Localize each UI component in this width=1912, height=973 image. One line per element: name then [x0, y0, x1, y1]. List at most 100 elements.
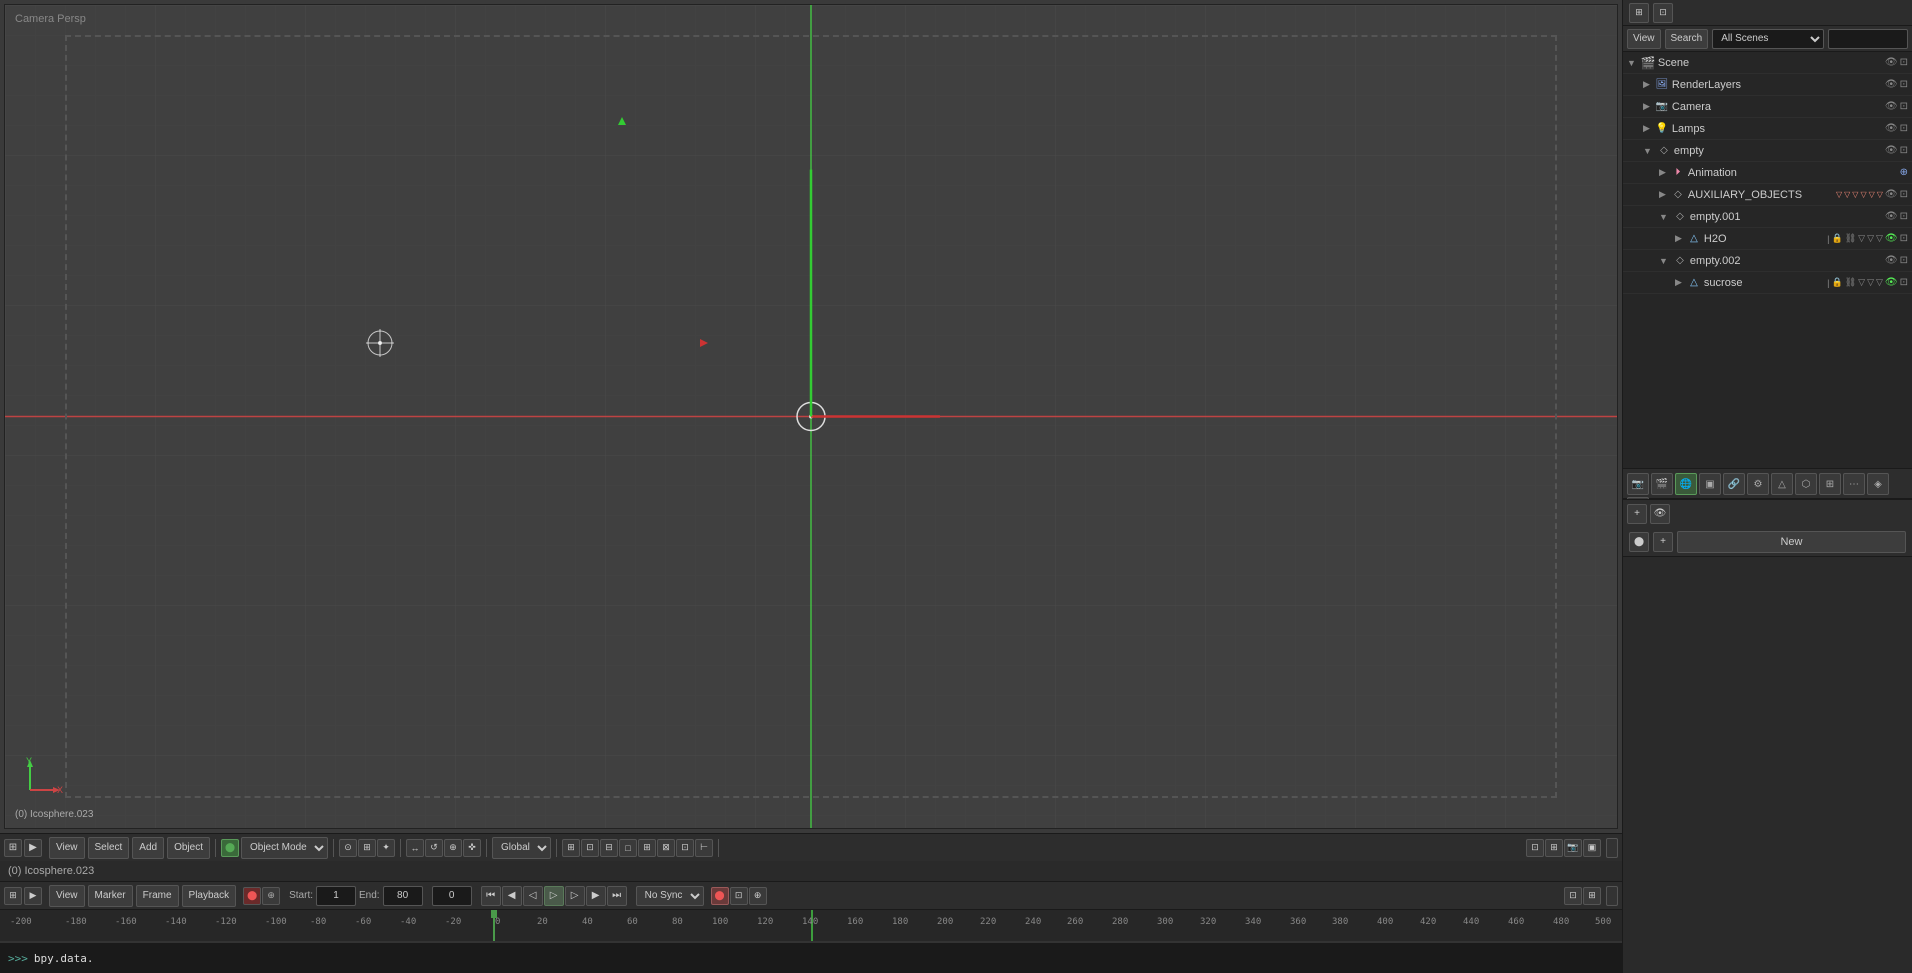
prev-keyframe-btn[interactable]: ◀: [502, 886, 522, 906]
rl-eye[interactable]: 👁: [1885, 79, 1898, 90]
timeline-frame-menu[interactable]: Frame: [136, 885, 179, 907]
rotate-btn[interactable]: ↺: [425, 839, 443, 857]
camera-vis[interactable]: ⊡: [1900, 101, 1908, 112]
prop-render-icon[interactable]: 📷: [1627, 473, 1649, 495]
select-menu[interactable]: Select: [88, 837, 130, 859]
outliner-tree[interactable]: ▼ 🎬 Scene 👁 ⊡ ▶ 🖼 RenderLayers 👁 ⊡: [1623, 52, 1912, 468]
jump-end-btn[interactable]: ⏭: [607, 886, 627, 906]
small-btn-plus[interactable]: +: [1627, 504, 1647, 524]
empty-vis[interactable]: ⊡: [1900, 145, 1908, 156]
grid-icon2[interactable]: ⊡: [581, 839, 599, 857]
small-btn-eye[interactable]: 👁: [1650, 504, 1670, 524]
prev-frame-btn[interactable]: ◁: [523, 886, 543, 906]
render-anim-btn[interactable]: ⊡: [730, 887, 748, 905]
e001-eye[interactable]: 👁: [1885, 211, 1898, 222]
grid-icon5[interactable]: ⊞: [638, 839, 656, 857]
global-dropdown[interactable]: Global: [492, 837, 551, 859]
move-btn[interactable]: ↔: [406, 839, 424, 857]
outliner-item-h2o[interactable]: ▶ △ H2O | 🔒 ⛓ ▽ ▽ ▽ 👁 ⊡: [1623, 228, 1912, 250]
viewport-icon-1[interactable]: ⊞: [4, 839, 22, 857]
sucrose-arrow[interactable]: ▶: [1675, 277, 1682, 288]
timeline-scroll[interactable]: [1606, 886, 1618, 906]
grid-icon3[interactable]: ⊟: [600, 839, 618, 857]
sucrose-vis[interactable]: ⊡: [1900, 277, 1908, 288]
e002-vis[interactable]: ⊡: [1900, 255, 1908, 266]
grid-icon6[interactable]: ⊠: [657, 839, 675, 857]
scale-btn[interactable]: ⊕: [444, 839, 462, 857]
aux-vis[interactable]: ⊡: [1900, 189, 1908, 200]
outliner-item-camera[interactable]: ▶ 📷 Camera 👁 ⊡: [1623, 96, 1912, 118]
rl-arrow[interactable]: ▶: [1643, 79, 1650, 90]
outliner-item-auxiliary[interactable]: ▶ ◇ AUXILIARY_OBJECTS ▽ ▽ ▽ ▽ ▽ ▽ 👁 ⊡: [1623, 184, 1912, 206]
outliner-search-btn[interactable]: Search: [1665, 29, 1709, 49]
prop-material-icon[interactable]: ⬡: [1795, 473, 1817, 495]
prop-data-icon[interactable]: △: [1771, 473, 1793, 495]
sucrose-eye[interactable]: 👁: [1885, 277, 1898, 288]
e002-arrow[interactable]: ▼: [1659, 256, 1668, 266]
end-frame-input[interactable]: [383, 886, 423, 906]
timeline-playback-menu[interactable]: Playback: [182, 885, 237, 907]
scene-selector-dropdown[interactable]: All Scenes: [1712, 29, 1824, 49]
timeline-ruler[interactable]: -200 -180 -160 -140 -120 -100 -80 -60 -4…: [0, 910, 1622, 941]
new-button[interactable]: New: [1677, 531, 1906, 553]
viewport-scroll[interactable]: [1606, 838, 1618, 858]
lamps-arrow[interactable]: ▶: [1643, 123, 1650, 134]
empty-arrow[interactable]: ▼: [1643, 146, 1652, 156]
aux-eye[interactable]: 👁: [1885, 189, 1898, 200]
object-menu[interactable]: Object: [167, 837, 210, 859]
grid-icon7[interactable]: ⊡: [676, 839, 694, 857]
empty-eye[interactable]: 👁: [1885, 145, 1898, 156]
prop-texture-icon[interactable]: ⊞: [1819, 473, 1841, 495]
cam-arrow[interactable]: ▶: [1643, 101, 1650, 112]
outliner-item-renderlayers[interactable]: ▶ 🖼 RenderLayers 👁 ⊡: [1623, 74, 1912, 96]
timeline-icon2[interactable]: ▶: [24, 887, 42, 905]
h2o-eye[interactable]: 👁: [1885, 233, 1898, 244]
outliner-item-sucrose[interactable]: ▶ △ sucrose | 🔒 ⛓ ▽ ▽ ▽ 👁 ⊡: [1623, 272, 1912, 294]
outliner-item-empty[interactable]: ▼ ◇ empty 👁 ⊡: [1623, 140, 1912, 162]
sync-dropdown[interactable]: No Sync: [636, 886, 704, 906]
outliner-item-empty002[interactable]: ▼ ◇ empty.002 👁 ⊡: [1623, 250, 1912, 272]
grid-icon8[interactable]: ⊢: [695, 839, 713, 857]
view-full-btn[interactable]: ⊡: [1526, 839, 1544, 857]
view-render-btn[interactable]: ▣: [1583, 839, 1601, 857]
timeline-marker-menu[interactable]: Marker: [88, 885, 133, 907]
view-quad-btn[interactable]: ⊞: [1545, 839, 1563, 857]
snap-btn[interactable]: ⊞: [358, 839, 376, 857]
current-frame-input[interactable]: [432, 886, 472, 906]
rl-vis[interactable]: ⊡: [1900, 79, 1908, 90]
start-frame-input[interactable]: [316, 886, 356, 906]
prop-scene-icon[interactable]: 🎬: [1651, 473, 1673, 495]
panel-icon-right[interactable]: ⊡: [1653, 3, 1673, 23]
outliner-item-lamps[interactable]: ▶ 💡 Lamps 👁 ⊡: [1623, 118, 1912, 140]
new-btn-icon1[interactable]: ⬤: [1629, 532, 1649, 552]
viewport-canvas[interactable]: Camera Persp: [4, 4, 1618, 829]
snap-btn2[interactable]: ✦: [377, 839, 395, 857]
timeline-icon1[interactable]: ⊞: [4, 887, 22, 905]
e001-arrow[interactable]: ▼: [1659, 212, 1668, 222]
play-btn[interactable]: ▷: [544, 886, 564, 906]
next-frame-btn[interactable]: ▷: [565, 886, 585, 906]
record-btn2[interactable]: ⊕: [262, 887, 280, 905]
prop-particle-icon[interactable]: ⋯: [1843, 473, 1865, 495]
mode-dropdown[interactable]: Object Mode: [241, 837, 328, 859]
frame-skip-btn[interactable]: ⊕: [749, 887, 767, 905]
outliner-item-empty001[interactable]: ▼ ◇ empty.001 👁 ⊡: [1623, 206, 1912, 228]
panel-icon-left[interactable]: ⊞: [1629, 3, 1649, 23]
camera-eye[interactable]: 👁: [1885, 101, 1898, 112]
anim-arrow[interactable]: ▶: [1659, 167, 1666, 178]
prop-modifier-icon[interactable]: ⚙: [1747, 473, 1769, 495]
jump-start-btn[interactable]: ⏮: [481, 886, 501, 906]
e001-vis[interactable]: ⊡: [1900, 211, 1908, 222]
scene-arrow[interactable]: ▼: [1627, 58, 1636, 68]
timeline-view-menu[interactable]: View: [49, 885, 85, 907]
outliner-view-btn[interactable]: View: [1627, 29, 1661, 49]
viewport-icon-2[interactable]: ▶: [24, 839, 42, 857]
next-keyframe-btn[interactable]: ▶: [586, 886, 606, 906]
prop-constraint-icon[interactable]: 🔗: [1723, 473, 1745, 495]
console-input[interactable]: [34, 952, 1614, 965]
add-menu[interactable]: Add: [132, 837, 164, 859]
audio-btn[interactable]: ⬤: [711, 887, 729, 905]
prop-world-icon[interactable]: 🌐: [1675, 473, 1697, 495]
grid-icon1[interactable]: ⊞: [562, 839, 580, 857]
pivot-btn[interactable]: ⊙: [339, 839, 357, 857]
